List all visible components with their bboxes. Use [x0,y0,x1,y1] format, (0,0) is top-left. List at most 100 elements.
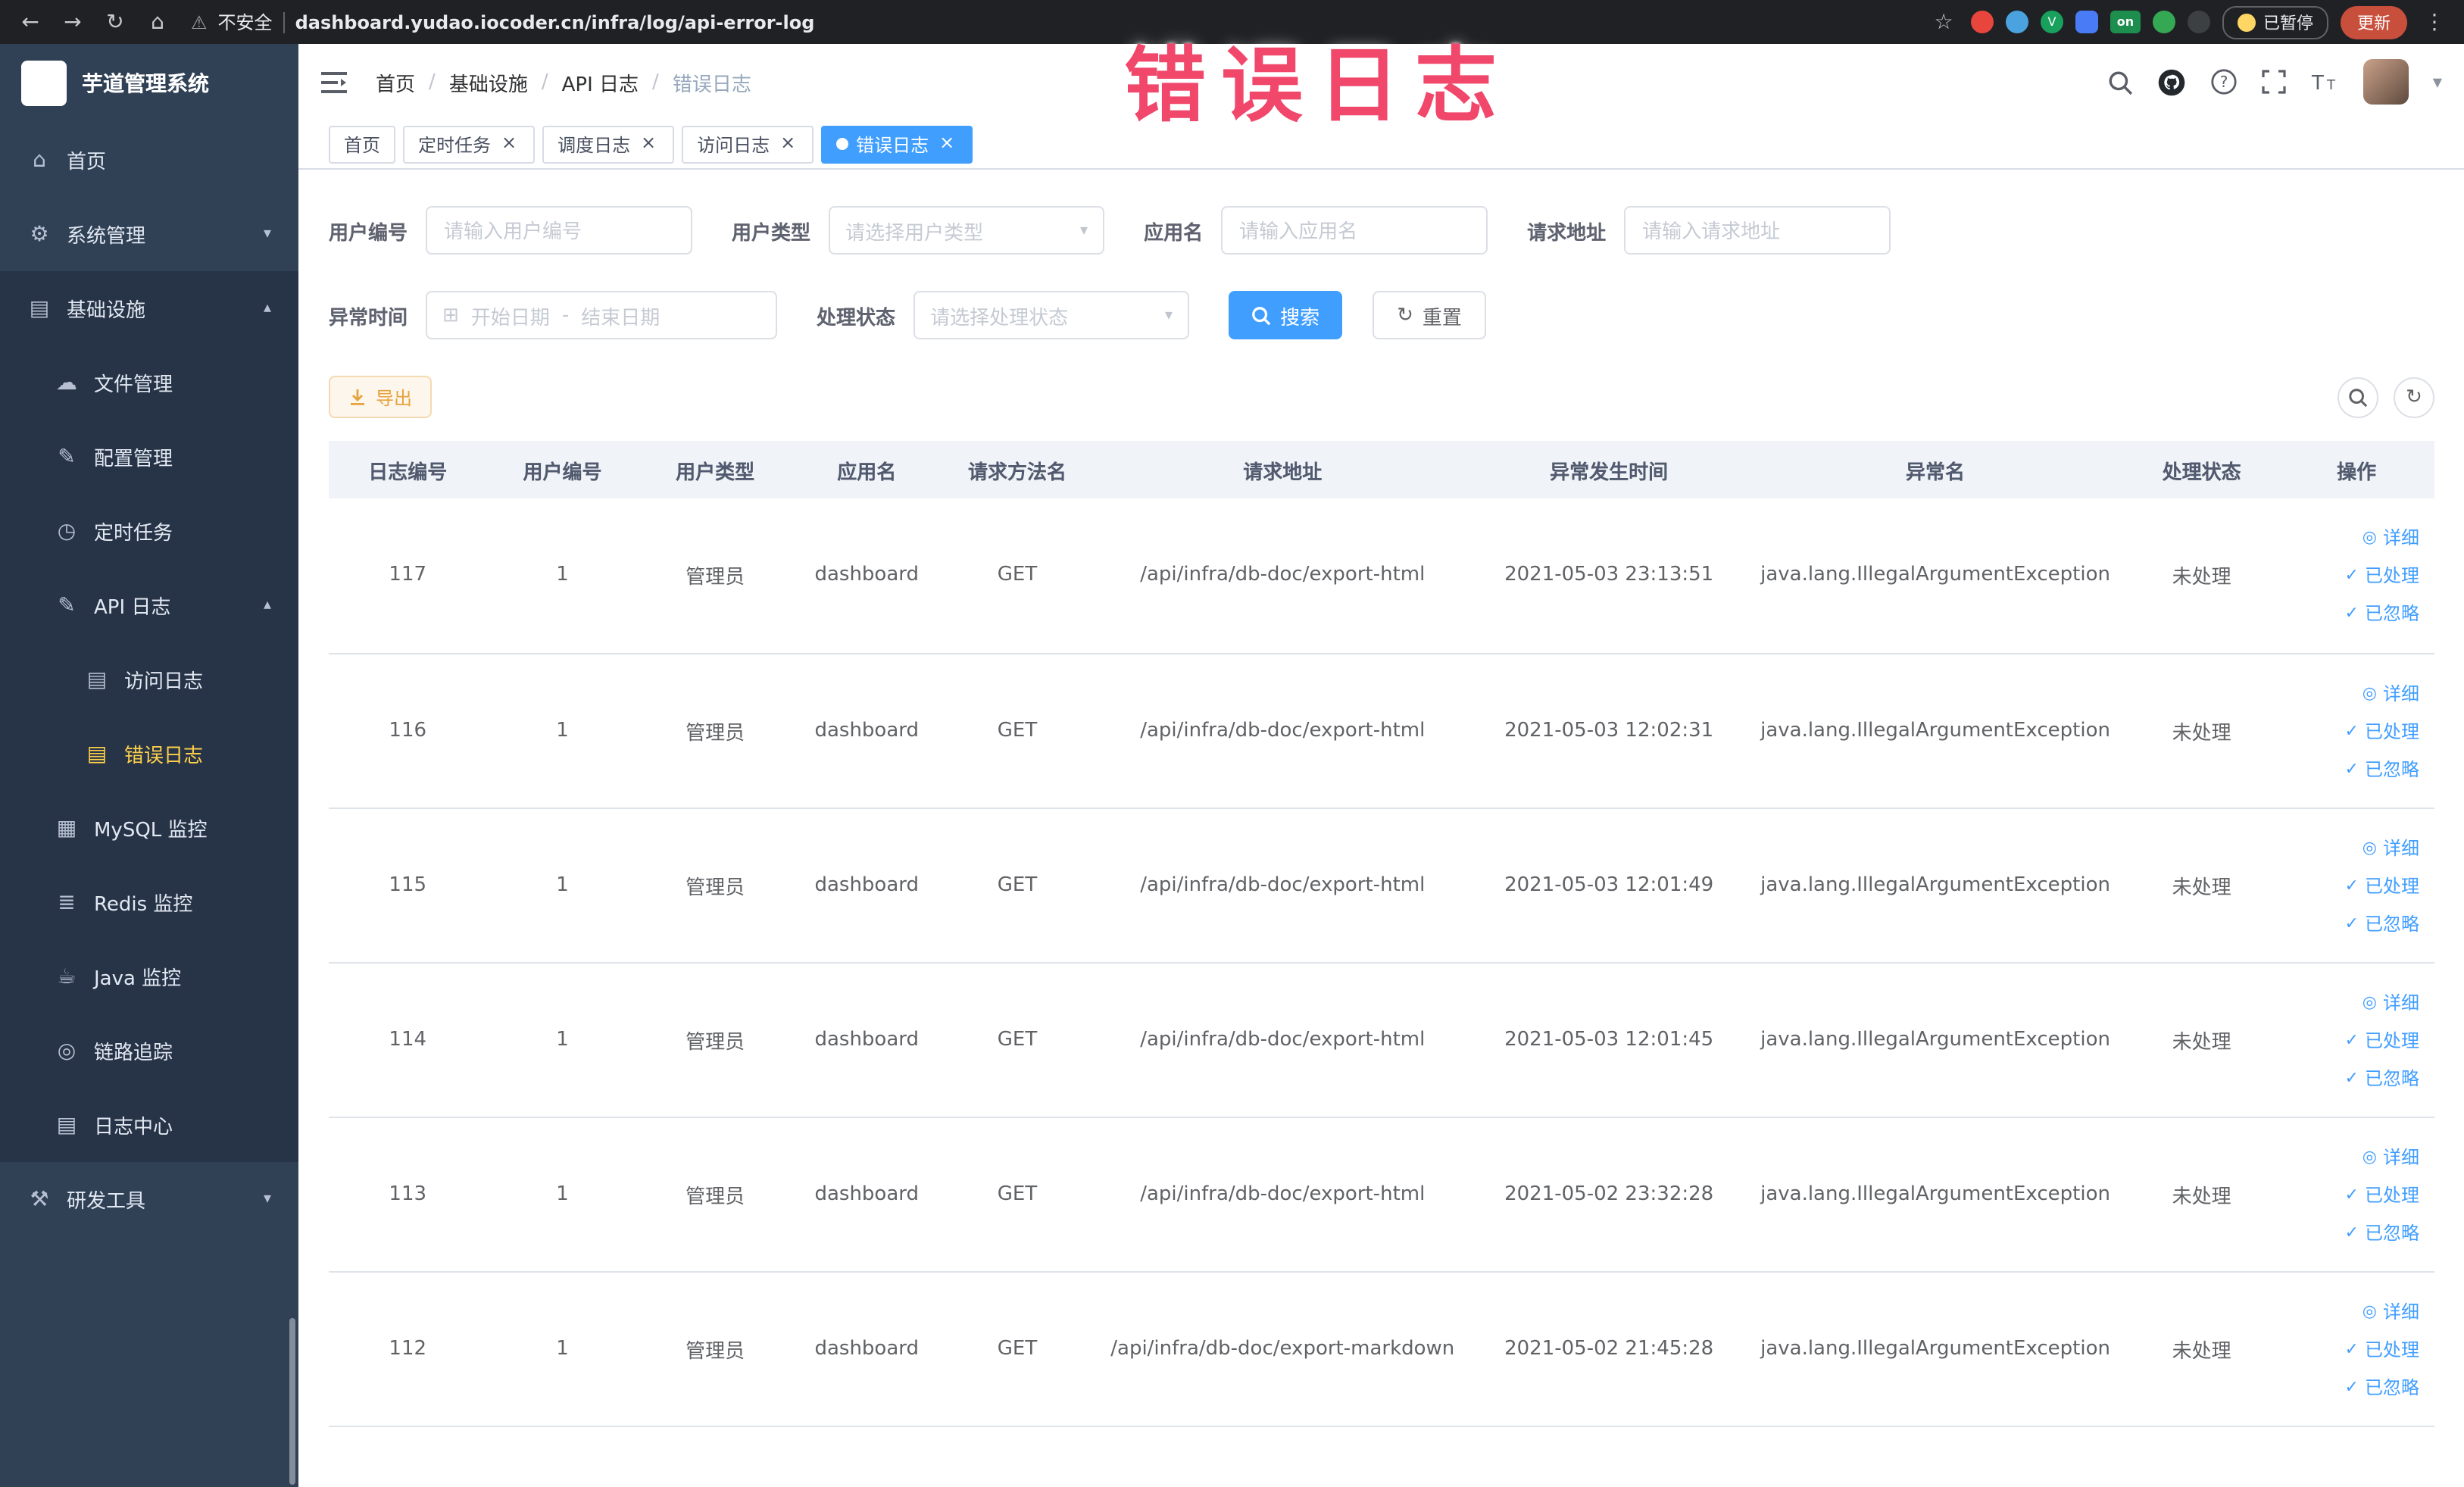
address-bar[interactable]: ⚠ 不安全 dashboard.yudao.iocoder.cn/infra/l… [185,9,1916,35]
sidebar-item-mysql-monitor[interactable]: ▦ MySQL 监控 [0,791,298,865]
tab-access-log[interactable]: 访问日志 × [682,125,814,163]
breadcrumb-api-log[interactable]: API 日志 [562,67,639,96]
browser-update-button[interactable]: 更新 [2341,5,2407,39]
sidebar-item-infrastructure[interactable]: ▤ 基础设施 ▴ [0,271,298,345]
chevron-up-icon: ▴ [263,597,271,614]
cell-user-id: 1 [486,808,639,963]
detail-link[interactable]: ◎ 详细 [2363,1298,2419,1323]
close-icon[interactable]: × [638,133,659,155]
user-id-input[interactable] [426,206,693,255]
sidebar-item-trace[interactable]: ◎ 链路追踪 [0,1014,298,1088]
check-icon: ✓ [2344,758,2359,778]
sidebar-item-config-management[interactable]: ✎ 配置管理 [0,420,298,494]
menu-label: 错误日志 [124,745,204,768]
request-url-input[interactable] [1624,206,1891,255]
close-icon[interactable]: × [936,133,957,155]
tab-scheduled-tasks[interactable]: 定时任务 × [403,125,536,163]
font-size-icon[interactable]: TT [2310,70,2339,94]
extension-icon-grid[interactable] [2075,11,2098,33]
fullscreen-icon[interactable] [2262,70,2286,94]
paused-extension-chip[interactable]: 已暂停 [2222,5,2328,39]
ignored-link-label: 已忽略 [2364,1222,2419,1243]
mark-ignored-link[interactable]: ✓ 已忽略 [2345,1219,2419,1245]
tab-error-log[interactable]: 错误日志 × [821,125,973,163]
extension-icon-on-badge[interactable]: on [2110,11,2141,33]
dropdown-arrow-icon: ▾ [1080,222,1088,239]
process-status-select[interactable]: 请选择处理状态 ▾ [913,291,1190,339]
extension-icon-v[interactable]: V [2041,11,2063,33]
search-icon[interactable] [2107,69,2133,95]
extension-icon-red[interactable] [1971,11,1994,33]
reset-button[interactable]: ↻ 重置 [1373,291,1486,339]
sidebar-item-api-log[interactable]: ✎ API 日志 ▴ [0,568,298,642]
sidebar-scrollbar[interactable] [289,1318,295,1485]
tab-schedule-log[interactable]: 调度日志 × [542,125,675,163]
table-toolbar: 导出 ↻ [329,376,2434,418]
mark-processed-link[interactable]: ✓ 已处理 [2345,872,2419,898]
app-logo-image [21,61,67,106]
sidebar-item-log-center[interactable]: ▤ 日志中心 [0,1088,298,1162]
sidebar-item-redis-monitor[interactable]: ≣ Redis 监控 [0,865,298,939]
reload-icon[interactable]: ↻ [100,10,130,34]
mark-processed-link[interactable]: ✓ 已处理 [2345,1181,2419,1207]
close-icon[interactable]: × [777,133,798,155]
export-button[interactable]: 导出 [329,376,433,418]
security-label[interactable]: 不安全 [218,9,273,35]
check-icon: ✓ [2344,1067,2359,1087]
hamburger-icon[interactable] [321,70,354,93]
mark-ignored-link[interactable]: ✓ 已忽略 [2345,1373,2419,1399]
mark-ignored-link[interactable]: ✓ 已忽略 [2345,755,2419,781]
mark-processed-link[interactable]: ✓ 已处理 [2345,1335,2419,1361]
close-icon[interactable]: × [498,133,520,155]
sidebar-item-home[interactable]: ⌂ 首页 [0,123,298,197]
error-log-table: 日志编号 用户编号 用户类型 应用名 请求方法名 请求地址 异常发生时间 异常名… [329,441,2434,1426]
table-row: 113 1 管理员 dashboard GET /api/infra/db-do… [329,1117,2434,1272]
avatar[interactable] [2363,59,2409,105]
detail-link[interactable]: ◎ 详细 [2363,834,2419,860]
refresh-button[interactable]: ↻ [2394,376,2434,417]
download-icon [351,389,364,405]
mark-ignored-link[interactable]: ✓ 已忽略 [2345,910,2419,936]
date-range-picker[interactable]: ⊞ 开始日期 - 结束日期 [426,291,778,339]
user-type-select[interactable]: 请选择用户类型 ▾ [829,206,1105,255]
app-name-input[interactable] [1221,206,1488,255]
sidebar-item-file-management[interactable]: ☁ 文件管理 [0,345,298,420]
mark-processed-link[interactable]: ✓ 已处理 [2345,717,2419,743]
mark-ignored-link[interactable]: ✓ 已忽略 [2345,601,2419,626]
mark-ignored-link[interactable]: ✓ 已忽略 [2345,1064,2419,1090]
sidebar-item-scheduled-tasks[interactable]: ◷ 定时任务 [0,494,298,568]
search-button[interactable]: 搜索 [1229,291,1343,339]
breadcrumb-infrastructure[interactable]: 基础设施 [449,67,528,96]
eye-icon: ◎ [2362,683,2377,702]
detail-link[interactable]: ◎ 详细 [2363,679,2419,705]
cell-actions: ◎ 详细 ✓ 已处理 ✓ 已忽略 [2278,808,2434,963]
detail-link[interactable]: ◎ 详细 [2363,525,2419,551]
search-toggle-button[interactable] [2338,376,2378,417]
back-icon[interactable]: ← [15,10,45,34]
extension-icon-leaf[interactable] [2153,11,2175,33]
tab-home[interactable]: 首页 [329,125,396,163]
avatar-caret-icon[interactable]: ▼ [2433,75,2442,89]
sidebar-item-java-monitor[interactable]: ☕ Java 监控 [0,939,298,1014]
extension-icon-paw[interactable] [2188,11,2210,33]
mark-processed-link[interactable]: ✓ 已处理 [2345,563,2419,589]
check-icon: ✓ [2344,913,2359,932]
forward-icon[interactable]: → [58,10,88,34]
sidebar-item-system-management[interactable]: ⚙ 系统管理 ▾ [0,197,298,271]
cell-request-url: /api/infra/db-doc/export-html [1093,808,1472,963]
github-icon[interactable] [2157,67,2186,96]
home-icon[interactable]: ⌂ [142,10,173,34]
sidebar-item-access-log[interactable]: ▤ 访问日志 [0,642,298,717]
help-icon[interactable]: ? [2210,68,2238,95]
processed-link-label: 已处理 [2364,1029,2419,1051]
exception-time-label: 异常时间 [329,307,408,330]
extension-icon-drop[interactable] [2006,11,2028,33]
bookmark-star-icon[interactable]: ☆ [1928,10,1959,34]
breadcrumb-home[interactable]: 首页 [376,67,415,96]
detail-link[interactable]: ◎ 详细 [2363,989,2419,1014]
sidebar-item-error-log[interactable]: ▤ 错误日志 [0,717,298,791]
mark-processed-link[interactable]: ✓ 已处理 [2345,1026,2419,1052]
browser-menu-icon[interactable]: ⋮ [2419,10,2450,34]
sidebar-item-dev-tools[interactable]: ⚒ 研发工具 ▾ [0,1162,298,1236]
detail-link[interactable]: ◎ 详细 [2363,1143,2419,1169]
